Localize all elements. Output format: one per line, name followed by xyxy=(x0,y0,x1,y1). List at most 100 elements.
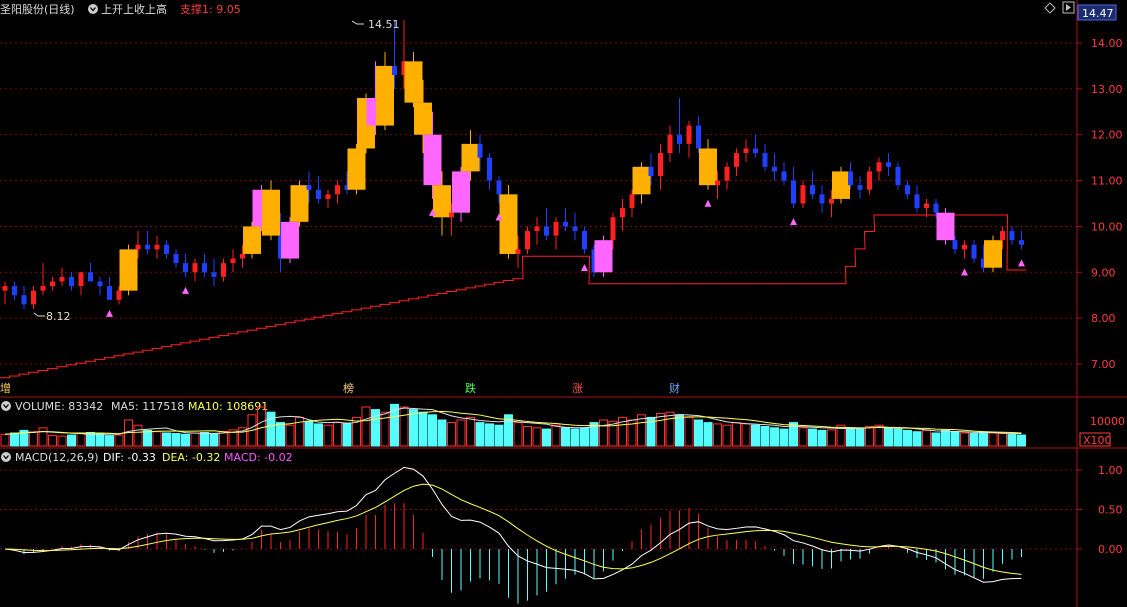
current-price-tag: 14.47 xyxy=(1077,4,1117,21)
volume-bar xyxy=(209,433,219,447)
candle-body xyxy=(848,171,853,186)
volume-bar xyxy=(466,416,475,447)
volume-bar xyxy=(656,413,665,447)
volume-dropdown-icon[interactable] xyxy=(1,401,11,411)
candle-body xyxy=(753,148,758,154)
candle-body xyxy=(192,263,198,273)
volume-bar xyxy=(998,433,1007,447)
candle-body xyxy=(433,185,451,218)
candle-body xyxy=(423,134,442,186)
candle-body xyxy=(376,65,394,126)
candle-body xyxy=(594,240,613,273)
candle-body xyxy=(984,240,1002,268)
signal-triangle xyxy=(106,309,113,317)
volume-bar xyxy=(162,432,171,447)
frame xyxy=(0,0,1127,607)
diamond-icon[interactable] xyxy=(1044,2,1056,14)
candle-body xyxy=(12,286,17,296)
stock-chart[interactable]: 圣阳股份(日线) 上开上收上高 支撑1: 9.05 14.47 14.00 13.… xyxy=(0,0,1127,607)
indicator-name[interactable]: 上开上收上高 xyxy=(101,2,167,16)
volume-bar xyxy=(181,433,190,447)
signal-triangle xyxy=(182,286,189,294)
candle-body xyxy=(886,162,891,167)
candle-body xyxy=(895,166,901,186)
volume-bar xyxy=(1007,433,1017,447)
volume-bar xyxy=(1017,434,1026,447)
candle-body xyxy=(281,221,299,259)
svg-text:MACD: -0.02: MACD: -0.02 xyxy=(224,451,293,464)
event-marker-zhang[interactable]: 涨 xyxy=(572,382,583,395)
price-tick-label: 7.00 xyxy=(1091,358,1116,371)
candle-body xyxy=(876,162,882,172)
volume-bar xyxy=(779,428,789,447)
volume-bar xyxy=(342,422,352,447)
candle-body xyxy=(230,258,236,264)
support-label: 支撑1: 9.05 xyxy=(180,2,241,16)
volume-bar xyxy=(542,428,551,447)
low-annotation: 8.12 xyxy=(33,310,71,323)
candle-body xyxy=(962,244,967,250)
candle-body xyxy=(724,166,730,181)
volume-bar xyxy=(960,432,969,447)
macd-tick-label: 0.00 xyxy=(1098,543,1123,556)
candle-body xyxy=(335,185,340,195)
volume-bar xyxy=(741,423,751,447)
volume-bar xyxy=(599,419,608,447)
volume-bar xyxy=(855,428,865,447)
volume-bar xyxy=(979,431,988,447)
candle-body xyxy=(734,153,739,167)
svg-text:VOLUME: 83342: VOLUME: 83342 xyxy=(15,400,103,413)
volume-bar xyxy=(703,422,713,447)
candle-body xyxy=(88,272,93,282)
event-marker-left[interactable]: 增 xyxy=(0,381,11,395)
svg-text:MA10: 108691: MA10: 108691 xyxy=(188,400,268,413)
candle-body xyxy=(620,208,625,218)
volume-bar xyxy=(827,429,836,447)
candle-body xyxy=(648,166,654,176)
candle-body xyxy=(867,171,872,190)
volume-bar xyxy=(76,433,86,447)
volume-bar xyxy=(285,424,295,447)
candle-body xyxy=(772,166,777,172)
volume-bar xyxy=(485,423,494,447)
candle-body xyxy=(97,281,103,287)
candle-body xyxy=(534,226,540,232)
volume-bar xyxy=(323,424,333,447)
svg-text:14.47: 14.47 xyxy=(1082,7,1114,20)
candle-body xyxy=(762,153,768,167)
signal-triangle xyxy=(704,199,712,207)
candle-body xyxy=(243,226,261,254)
price-tick-label: 13.00 xyxy=(1091,83,1123,96)
volume-bar xyxy=(903,429,912,447)
volume-bar xyxy=(219,430,228,447)
candle-body xyxy=(40,286,46,291)
candle-body xyxy=(290,185,309,222)
price-axis: 14.00 13.00 12.00 11.00 10.00 9.00 8.00 7.00 xyxy=(1077,37,1123,371)
signal-triangle xyxy=(581,263,588,271)
stock-name: 圣阳股份(日线) xyxy=(0,2,75,16)
signal-triangle xyxy=(790,218,797,226)
event-marker-cai[interactable]: 财 xyxy=(669,381,680,395)
candles xyxy=(2,20,1024,309)
volume-bar xyxy=(266,411,276,447)
macd-dropdown-icon[interactable] xyxy=(1,452,11,462)
volume-bar xyxy=(665,411,675,447)
candle-body xyxy=(632,166,651,195)
scroll-right-icon[interactable] xyxy=(1062,1,1075,14)
macd-grid xyxy=(0,469,1077,550)
volume-bar xyxy=(447,422,456,447)
candle-body xyxy=(905,185,910,195)
event-marker-die[interactable]: 跌 xyxy=(465,381,476,395)
candle-body xyxy=(791,180,796,204)
event-marker-bang[interactable]: 榜 xyxy=(343,381,354,395)
volume-bar xyxy=(684,416,694,447)
candle-body xyxy=(154,244,160,250)
indicator-dropdown-icon[interactable] xyxy=(88,4,98,14)
candle-body xyxy=(572,226,578,232)
price-tick-label: 10.00 xyxy=(1091,220,1123,233)
candle-body xyxy=(477,143,483,158)
candle-body xyxy=(50,281,55,287)
svg-text:MACD(12,26,9): MACD(12,26,9) xyxy=(15,451,99,464)
volume-bar xyxy=(361,406,371,447)
candle-body xyxy=(164,244,169,254)
